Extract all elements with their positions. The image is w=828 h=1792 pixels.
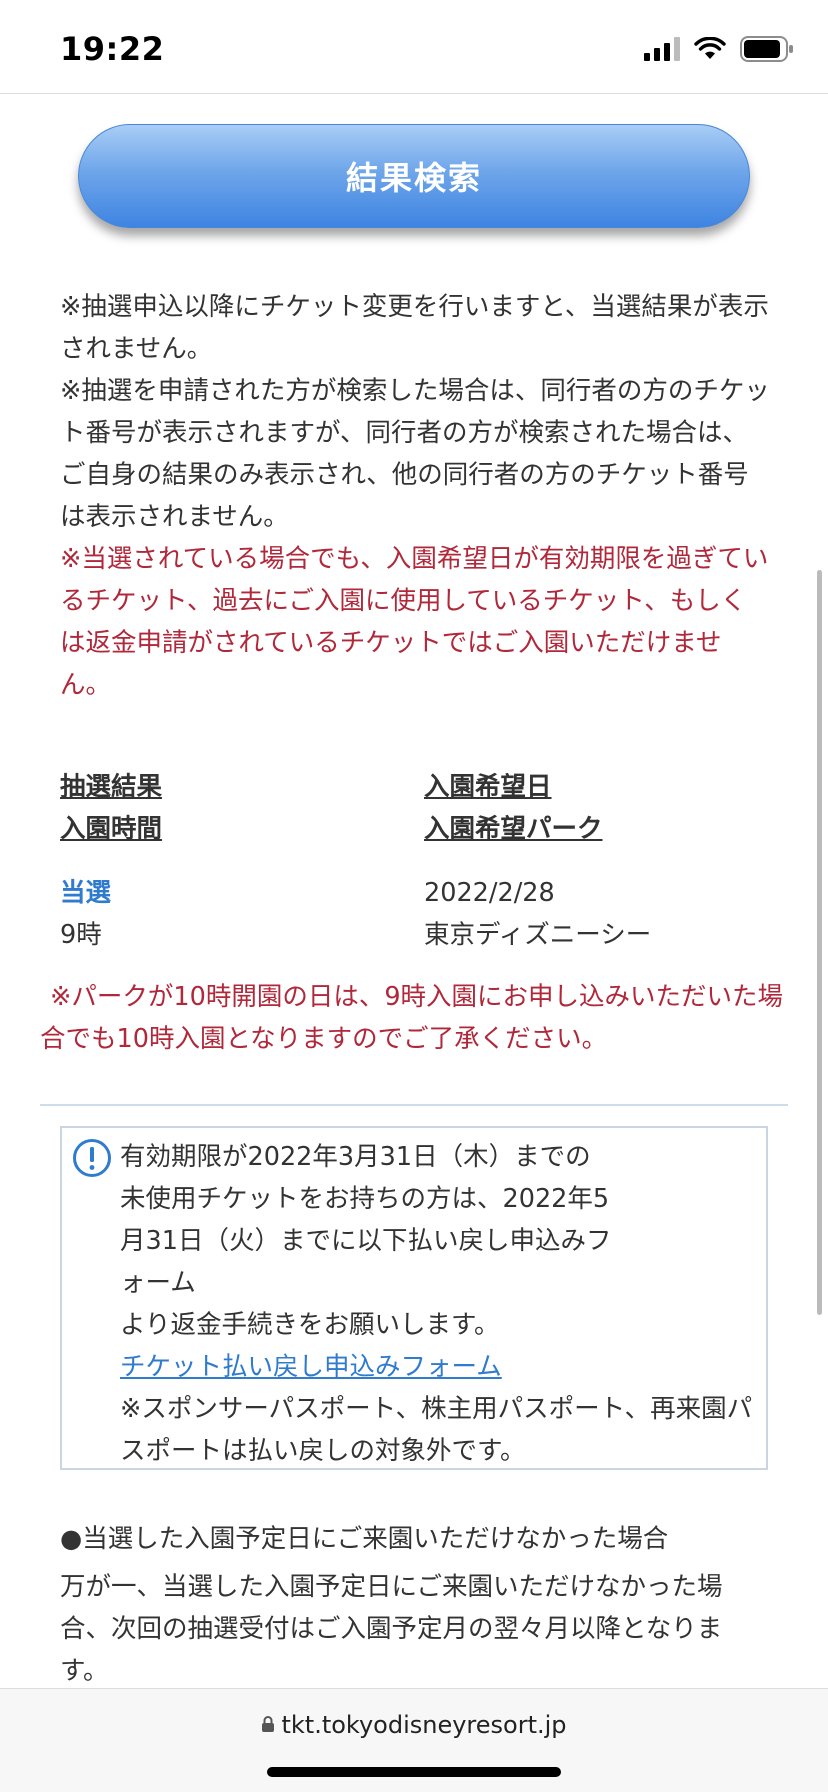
refund-form-link[interactable]: チケット払い戻し申込みフォーム bbox=[120, 1352, 502, 1382]
info-line: より返金手続きをお願いします。 bbox=[120, 1310, 500, 1340]
entry-time-value: 9時 bbox=[60, 920, 102, 950]
missed-visit-heading: ●当選した入園予定日にご来園いただけなかった場合 bbox=[60, 1524, 669, 1554]
cellular-signal-icon bbox=[644, 37, 680, 61]
scrollbar[interactable] bbox=[817, 570, 822, 1315]
status-bar: 19:22 bbox=[0, 0, 828, 94]
refund-exclusion-note: ※スポンサーパスポート、株主用パスポート、再来園パスポートは払い戻しの対象外です… bbox=[120, 1394, 753, 1466]
status-icons bbox=[644, 36, 794, 62]
info-line: 有効期限が2022年3月31日（木）までの bbox=[120, 1142, 591, 1172]
refund-info-text: 有効期限が2022年3月31日（木）までの 未使用チケットをお持ちの方は、202… bbox=[120, 1136, 770, 1472]
notes-section: ※抽選申込以降にチケット変更を行いますと、当選結果が表示されません。 ※抽選を申… bbox=[60, 286, 770, 706]
info-line: 月31日（火）までに以下払い戻し申込みフ bbox=[120, 1226, 612, 1256]
note-ticket-change: ※抽選申込以降にチケット変更を行いますと、当選結果が表示されません。 bbox=[60, 292, 769, 364]
section-divider bbox=[40, 1104, 788, 1106]
desired-date-label: 入園希望日 bbox=[424, 772, 552, 802]
url-display[interactable]: tkt.tokyodisneyresort.jp bbox=[0, 1711, 828, 1739]
info-line: ォーム bbox=[120, 1268, 196, 1298]
info-line: 未使用チケットをお持ちの方は、2022年5 bbox=[120, 1184, 610, 1214]
lottery-result-value: 当選 bbox=[60, 878, 112, 908]
desired-park-value: 東京ディズニーシー bbox=[424, 920, 652, 950]
desired-park-label: 入園希望パーク bbox=[424, 814, 603, 844]
status-time: 19:22 bbox=[60, 30, 165, 68]
wifi-icon bbox=[694, 37, 726, 61]
refund-info-box: 有効期限が2022年3月31日（木）までの 未使用チケットをお持ちの方は、202… bbox=[60, 1126, 768, 1470]
lottery-result-label: 抽選結果 bbox=[60, 772, 163, 802]
browser-url-bar[interactable]: tkt.tokyodisneyresort.jp bbox=[0, 1688, 828, 1792]
park-opening-note: ※パークが10時開園の日は、9時入園にお申し込みいただいた場合でも10時入園とな… bbox=[40, 982, 784, 1054]
entry-time-label: 入園時間 bbox=[60, 814, 163, 844]
result-search-button[interactable]: 結果検索 bbox=[78, 124, 750, 228]
exclamation-circle-icon bbox=[72, 1138, 112, 1182]
note-invalid-ticket-warning: ※当選されている場合でも、入園希望日が有効期限を過ぎているチケット、過去にご入園… bbox=[60, 544, 769, 700]
note-companion-search: ※抽選を申請された方が検索した場合は、同行者の方のチケット番号が表示されますが、… bbox=[60, 376, 770, 532]
lock-icon bbox=[261, 1711, 275, 1739]
desired-date-value: 2022/2/28 bbox=[424, 878, 555, 908]
home-indicator[interactable] bbox=[267, 1767, 561, 1777]
url-text: tkt.tokyodisneyresort.jp bbox=[281, 1711, 567, 1739]
missed-visit-paragraph: 万が一、当選した入園予定日にご来園いただけなかった場合、次回の抽選受付はご入園予… bbox=[60, 1572, 723, 1686]
battery-icon bbox=[740, 36, 794, 62]
page-content: 結果検索 ※抽選申込以降にチケット変更を行いますと、当選結果が表示されません。 … bbox=[0, 94, 828, 1688]
